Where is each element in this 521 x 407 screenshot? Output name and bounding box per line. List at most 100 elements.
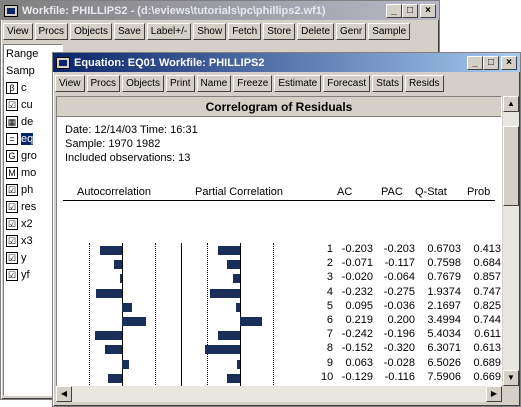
qstat-cell: 0.7598 (427, 257, 461, 270)
object-label: ph (21, 183, 34, 196)
object-type-icon: = (6, 132, 18, 145)
equation-toolbar: View Procs Objects Print Name Freeze Estimate F… (53, 72, 520, 94)
ac-bar (99, 246, 122, 255)
object-label: x2 (21, 217, 33, 230)
pac-cell: -0.117 (384, 257, 415, 270)
scroll-down-icon[interactable]: ▼ (503, 370, 519, 386)
wf-sample-button[interactable]: Sample (368, 22, 411, 40)
eq-resids-button[interactable]: Resids (404, 74, 444, 92)
workfile-titlebar[interactable]: Workfile: PHILLIPS2 - (d:\eviews\tutoria… (1, 1, 439, 20)
scroll-up-icon[interactable]: ▲ (503, 96, 519, 112)
correlogram-meta: Date: 12/14/03 Time: 16:31 Sample: 1970 … (57, 117, 501, 171)
object-label: y (21, 251, 27, 264)
ac-bar (114, 260, 122, 270)
equation-titlebar[interactable]: Equation: EQ01 Workfile: PHILLIPS2 _ □ × (53, 53, 520, 72)
object-type-icon: ☑ (6, 183, 18, 196)
correlogram-row: 6 0.219 0.200 3.4994 0.744 (63, 314, 501, 328)
horizontal-scrollbar[interactable]: ◀ ▶ (56, 386, 502, 402)
eq-objects-button[interactable]: Objects (122, 74, 164, 92)
pac-bar (232, 274, 240, 284)
ac-bar (122, 359, 129, 369)
pac-cell: -0.036 (383, 299, 415, 312)
wf-store-button[interactable]: Store (263, 22, 296, 40)
object-type-icon: M (6, 166, 18, 179)
qstat-cell: 6.5026 (427, 356, 461, 369)
ac-bar (96, 288, 122, 298)
correlogram-row: 1 -0.203 -0.203 0.6703 0.413 (63, 243, 501, 257)
wf-procs-button[interactable]: Procs (34, 22, 69, 40)
qstat-cell: 6.3071 (427, 342, 461, 355)
eq-name-button[interactable]: Name (196, 74, 232, 92)
prob-cell: 0.689 (473, 356, 501, 369)
correlogram-row: 5 0.095 -0.036 2.1697 0.825 (63, 299, 501, 314)
close-icon[interactable]: × (501, 55, 517, 70)
object-label: res (21, 200, 37, 213)
close-icon[interactable]: × (420, 3, 436, 18)
eq-print-button[interactable]: Print (165, 74, 195, 92)
prob-cell: 0.669 (473, 370, 501, 383)
ac-cell: -0.129 (341, 370, 373, 383)
eq-freeze-button[interactable]: Freeze (233, 74, 273, 92)
ac-cell: -0.203 (341, 243, 373, 255)
minimize-icon[interactable]: _ (467, 55, 483, 70)
object-type-icon: ☑ (6, 234, 18, 247)
equation-window: Equation: EQ01 Workfile: PHILLIPS2 _ □ ×… (52, 52, 521, 407)
maximize-icon[interactable]: □ (402, 3, 418, 18)
workfile-toolbar: View Procs Objects Save Label+/- Show Fetch Sto… (1, 20, 439, 42)
pac-bar (236, 302, 240, 312)
qstat-cell: 2.1697 (427, 299, 461, 312)
object-type-icon: ☑ (6, 217, 18, 230)
col-ac: AC (337, 185, 353, 198)
object-label: c (21, 81, 27, 94)
wf-genr-button[interactable]: Genr (336, 22, 367, 40)
object-label: x3 (21, 234, 33, 247)
eq-view-button[interactable]: View (55, 74, 85, 92)
eq-stats-button[interactable]: Stats (372, 74, 403, 92)
correlogram-heading: Correlogram of Residuals (57, 97, 501, 117)
ac-bar (122, 302, 133, 312)
correlogram-row: 3 -0.020 -0.064 0.7679 0.857 (63, 271, 501, 285)
prob-cell: 0.747 (473, 285, 501, 298)
scroll-left-icon[interactable]: ◀ (56, 386, 72, 402)
maximize-icon[interactable]: □ (483, 55, 499, 70)
wf-save-button[interactable]: Save (113, 22, 145, 40)
pac-cell: -0.116 (384, 370, 415, 383)
wf-show-button[interactable]: Show (193, 22, 227, 40)
qstat-cell: 3.4994 (427, 314, 461, 326)
pac-bar (218, 331, 240, 341)
ac-cell: -0.232 (341, 285, 373, 298)
pac-cell: -0.203 (383, 243, 415, 255)
object-type-icon: β (6, 81, 18, 94)
wf-label--button[interactable]: Label+/- (146, 22, 192, 40)
eq-forecast-button[interactable]: Forecast (323, 74, 371, 92)
col-partial-correlation: Partial Correlation (195, 185, 284, 198)
object-type-icon: ☑ (6, 251, 18, 264)
object-type-icon: G (6, 149, 18, 162)
pac-cell: -0.275 (383, 285, 415, 298)
qstat-cell: 1.9374 (427, 285, 461, 298)
object-label: mo (21, 166, 37, 179)
scroll-thumb[interactable] (503, 126, 519, 206)
col-pac: PAC (381, 185, 403, 198)
pac-bar (240, 317, 262, 326)
pac-cell: -0.196 (383, 328, 415, 341)
prob-cell: 0.613 (473, 342, 501, 355)
object-label: de (21, 115, 34, 128)
eq-estimate-button[interactable]: Estimate (274, 74, 322, 92)
wf-view-button[interactable]: View (3, 22, 33, 40)
vertical-scrollbar[interactable]: ▲ ▼ (503, 96, 519, 386)
correlogram-row: 2 -0.071 -0.117 0.7598 0.684 (63, 257, 501, 271)
equation-window-icon (56, 56, 70, 69)
pac-bar (227, 260, 240, 270)
qstat-cell: 7.5906 (427, 370, 461, 383)
ac-bar (119, 274, 122, 284)
wf-delete-button[interactable]: Delete (297, 22, 335, 40)
date-line: Date: 12/14/03 Time: 16:31 (65, 124, 198, 136)
prob-cell: 0.825 (473, 299, 501, 312)
qstat-cell: 5.4034 (427, 328, 461, 341)
wf-objects-button[interactable]: Objects (70, 22, 112, 40)
wf-fetch-button[interactable]: Fetch (228, 22, 262, 40)
minimize-icon[interactable]: _ (386, 3, 402, 18)
eq-procs-button[interactable]: Procs (86, 74, 121, 92)
scroll-right-icon[interactable]: ▶ (486, 386, 502, 402)
